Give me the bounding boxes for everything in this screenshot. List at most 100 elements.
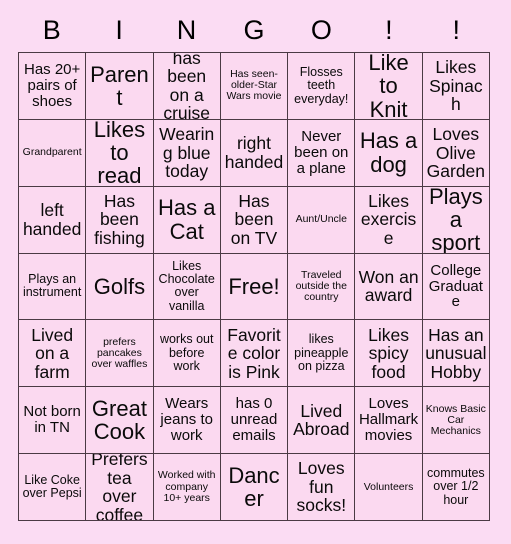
bingo-cell-label: Plays a sport [428,186,483,254]
bingo-header-letter-2: N [176,14,197,45]
bingo-cell[interactable]: Wears jeans to work [153,387,221,455]
bingo-cell-label: Knows Basic Car Mechanics [425,402,486,437]
bingo-cell-label: Plays an instrument [22,272,82,300]
bingo-cell-label: Traveled outside the country [295,268,347,304]
bingo-cell-label: Has a Cat [157,195,216,244]
bingo-cell[interactable]: Great Cook [86,387,154,455]
bingo-cell[interactable]: Prefers tea over coffee [86,454,154,521]
bingo-cell[interactable]: Likes spicy food [355,320,423,388]
bingo-cell[interactable]: Flosses teeth everyday! [288,53,356,120]
bingo-cell[interactable]: Never been on a plane [288,119,356,187]
bingo-cell-label: Has been fishing [94,190,145,248]
bingo-cell[interactable]: Parent [86,53,154,120]
bingo-cell-label: Likes exercise [360,190,417,248]
bingo-cell-label: Prefers tea over coffee [91,454,148,521]
bingo-cell[interactable]: Likes Chocolate over vanilla [153,253,221,321]
bingo-cell-label: has 0 unread emails [230,395,278,445]
bingo-cell[interactable]: Aunt/Uncle [288,186,356,254]
bingo-header-letter-3: G [243,14,265,45]
bingo-cell[interactable]: Plays a sport [422,186,490,254]
bingo-cell[interactable]: Likes to read [86,119,154,187]
bingo-cell[interactable]: Loves Hallmark movies [355,387,423,455]
bingo-cell-label: right handed [224,133,284,172]
bingo-cell[interactable]: Worked with company 10+ years [153,454,221,521]
bingo-cell-label: Like to Knit [368,53,409,120]
bingo-cell-label: Lived on a farm [31,324,74,382]
bingo-cell-label: commutes over 1/2 hour [427,466,485,507]
bingo-cell[interactable]: Has 20+ pairs of shoes [19,53,87,120]
bingo-cell[interactable]: has 0 unread emails [220,387,289,455]
bingo-cell-label: Never been on a plane [294,127,349,177]
bingo-cell-label: Likes Chocolate over vanilla [158,258,215,313]
bingo-cell-label: prefers pancakes over waffles [91,335,148,370]
bingo-cell-label: Wearing blue today [159,123,215,182]
bingo-cell[interactable]: Loves Olive Garden [422,119,490,187]
bingo-cell-label: College Graduate [428,261,483,311]
bingo-cell-label: Volunteers [363,480,414,493]
bingo-cell[interactable]: Likes exercise [355,186,423,254]
bingo-cell-label: Won an award [358,266,419,306]
bingo-cell-label: Grandparent [22,146,82,159]
bingo-cell[interactable]: Volunteers [355,454,423,521]
bingo-cell-label: Likes to read [93,119,146,187]
bingo-cell[interactable]: left handed [19,186,87,254]
bingo-cell[interactable]: Has a Cat [153,186,221,254]
bingo-cell[interactable]: commutes over 1/2 hour [422,454,490,521]
bingo-cell-label: Flosses teeth everyday! [294,65,349,106]
bingo-cell-label: Has 20+ pairs of shoes [23,61,81,110]
bingo-cell[interactable]: Not born in TN [19,387,87,455]
bingo-cell-label: Parent [90,61,149,110]
bingo-cell-label: left handed [22,200,82,239]
bingo-cell[interactable]: works out before work [153,320,221,388]
bingo-cell[interactable]: has been on a cruise [153,53,221,120]
bingo-cell[interactable]: Favorite color is Pink [220,320,289,388]
bingo-cell[interactable]: Traveled outside the country [288,253,356,321]
bingo-cell[interactable]: Plays an instrument [19,253,87,321]
bingo-cell[interactable]: Has been fishing [86,186,154,254]
bingo-cell[interactable]: likes pineapple on pizza [288,320,356,388]
bingo-header-letter-0: B [42,14,61,45]
bingo-cell[interactable]: Like Coke over Pepsi [19,454,87,521]
bingo-cell-label: Dancer [228,462,280,512]
bingo-cell-label: Golfs [93,273,146,299]
bingo-cell-label: Great Cook [91,395,147,445]
bingo-cell-label: Has a dog [359,128,418,177]
bingo-cell-label: Wears jeans to work [160,395,213,445]
bingo-cell-label: likes pineapple on pizza [294,332,349,373]
bingo-cell-label: Free! [228,273,280,299]
bingo-header-letter-1: I [115,14,123,45]
bingo-cell-label: has been on a cruise [163,53,211,120]
bingo-cell[interactable]: College Graduate [422,253,490,321]
bingo-free-space-cell[interactable]: Free! [220,253,289,321]
bingo-cell-label: Has been on TV [230,190,278,248]
bingo-cell-label: Favorite color is Pink [227,324,281,382]
bingo-cell[interactable]: Knows Basic Car Mechanics [422,387,490,455]
bingo-header-letter-4: O [310,14,332,45]
bingo-cell-label: Lived Abroad [293,400,350,440]
bingo-cell-label: Loves Hallmark movies [358,395,419,445]
bingo-cell[interactable]: Has seen-older-Star Wars movie [220,53,289,120]
bingo-cell[interactable]: Wearing blue today [153,119,221,187]
bingo-cell[interactable]: Golfs [86,253,154,321]
bingo-header-row: B I N G O!! [18,8,490,52]
bingo-cell[interactable]: Has been on TV [220,186,289,254]
bingo-cell[interactable]: Loves fun socks! [288,454,356,521]
bingo-cell[interactable]: Lived on a farm [19,320,87,388]
bingo-cell[interactable]: Lived Abroad [288,387,356,455]
bingo-cell-label: Loves Olive Garden [426,123,486,182]
bingo-cell[interactable]: Won an award [355,253,423,321]
bingo-cell[interactable]: Has a dog [355,119,423,187]
bingo-cell[interactable]: Like to Knit [355,53,423,120]
bingo-cell[interactable]: Grandparent [19,119,87,187]
bingo-cell-label: Has seen-older-Star Wars movie [226,68,282,103]
bingo-cell-label: Like Coke over Pepsi [22,472,82,501]
bingo-cell-label: Likes spicy food [368,324,409,382]
bingo-cell-label: Has an unusual Hobby [425,324,487,382]
bingo-cell[interactable]: Dancer [220,454,289,521]
bingo-cell-label: Loves fun socks! [296,458,347,516]
bingo-cell[interactable]: prefers pancakes over waffles [86,320,154,388]
bingo-cell[interactable]: Likes Spinach [422,53,490,120]
bingo-header-letter-6: ! [452,14,460,45]
bingo-cell[interactable]: Has an unusual Hobby [422,320,490,388]
bingo-cell[interactable]: right handed [220,119,289,187]
